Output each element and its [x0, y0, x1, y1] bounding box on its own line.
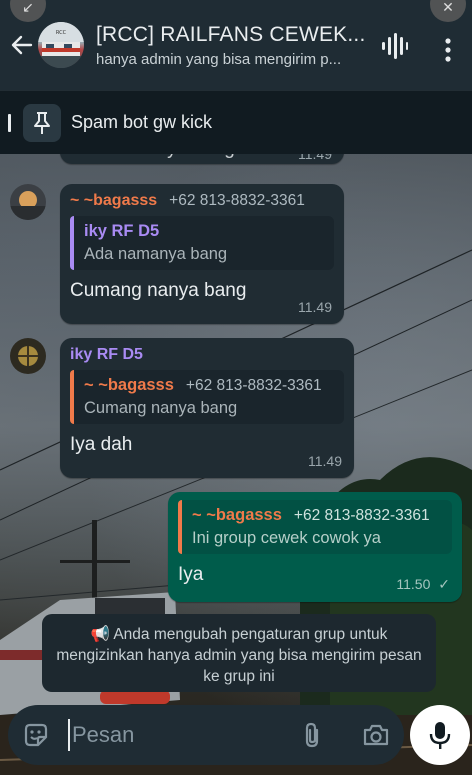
message-time: 11.49	[298, 299, 332, 315]
quoted-sender: ~ ~bagasss	[84, 376, 174, 394]
microphone-icon	[429, 722, 451, 749]
message-text: Cumang nanya bang	[70, 280, 247, 301]
camera-icon[interactable]	[362, 723, 390, 752]
quoted-phone: +62 813-8832-3361	[293, 507, 430, 524]
more-options-icon[interactable]	[443, 38, 453, 67]
chat-header: ↙ ✕ RCC [RCC] RAILFANS CEWEK... hanya ad…	[0, 0, 472, 90]
message-bubble[interactable]: iky RF D5 ~ ~bagasss +62 813-8832-3361 C…	[60, 338, 354, 478]
quoted-sender: ~ ~bagasss	[192, 506, 282, 524]
minimize-icon[interactable]: ↙	[10, 0, 46, 22]
message-time: 11.50 ✓	[396, 576, 450, 592]
sticker-icon[interactable]	[22, 721, 50, 754]
group-subtitle: hanya admin yang bisa mengirim p...	[96, 50, 342, 68]
voice-message-button[interactable]	[410, 705, 470, 765]
sent-check-icon: ✓	[438, 576, 450, 592]
sender-phone[interactable]: +62 813-8832-3361	[169, 192, 305, 210]
avatar[interactable]	[10, 184, 46, 220]
system-notice: 📢 Anda mengubah pengaturan grup untuk me…	[42, 614, 436, 692]
message-time: 11.49	[308, 453, 342, 469]
quoted-sender: iky RF D5	[84, 222, 160, 240]
quoted-text: Ini group cewek cowok ya	[192, 529, 381, 547]
sender-name[interactable]: iky RF D5	[70, 346, 143, 364]
quoted-message[interactable]: ~ ~bagasss +62 813-8832-3361 Ini group c…	[178, 500, 452, 554]
megaphone-icon: 📢	[90, 626, 110, 643]
system-notice-text: Anda mengubah pengaturan grup untuk meng…	[56, 626, 422, 685]
close-icon[interactable]: ✕	[430, 0, 466, 22]
quoted-text: Ada namanya bang	[84, 245, 228, 263]
quoted-phone: +62 813-8832-3361	[185, 377, 322, 394]
group-title: [RCC] RAILFANS CEWEK...	[96, 22, 366, 46]
sender-line: iky RF D5	[70, 346, 344, 364]
sender-name[interactable]: ~ ~bagasss	[70, 192, 157, 210]
message-bubble[interactable]: ~ ~bagasss +62 813-8832-3361 iky RF D5 A…	[60, 184, 344, 324]
attach-icon[interactable]	[302, 721, 322, 754]
voice-chat-icon[interactable]	[380, 33, 408, 64]
quoted-message[interactable]: iky RF D5 Ada namanya bang	[70, 216, 334, 270]
quoted-message[interactable]: ~ ~bagasss +62 813-8832-3361 Cumang nany…	[70, 370, 344, 424]
message-composer	[8, 705, 404, 765]
avatar[interactable]	[10, 338, 46, 374]
sender-line: ~ ~bagasss +62 813-8832-3361	[70, 192, 334, 210]
header-info[interactable]: [RCC] RAILFANS CEWEK... hanya admin yang…	[96, 23, 366, 68]
pinned-message-bar-overlay: Spam bot gw kick	[0, 90, 472, 154]
message-bubble-outgoing[interactable]: ~ ~bagasss +62 813-8832-3361 Ini group c…	[168, 492, 462, 602]
message-input[interactable]	[68, 719, 288, 751]
group-avatar[interactable]: RCC	[38, 22, 84, 68]
quoted-text: Cumang nanya bang	[84, 399, 238, 417]
svg-text:RCC: RCC	[56, 30, 67, 36]
message-text: Iya dah	[70, 434, 133, 455]
arrow-left-icon	[11, 35, 33, 55]
